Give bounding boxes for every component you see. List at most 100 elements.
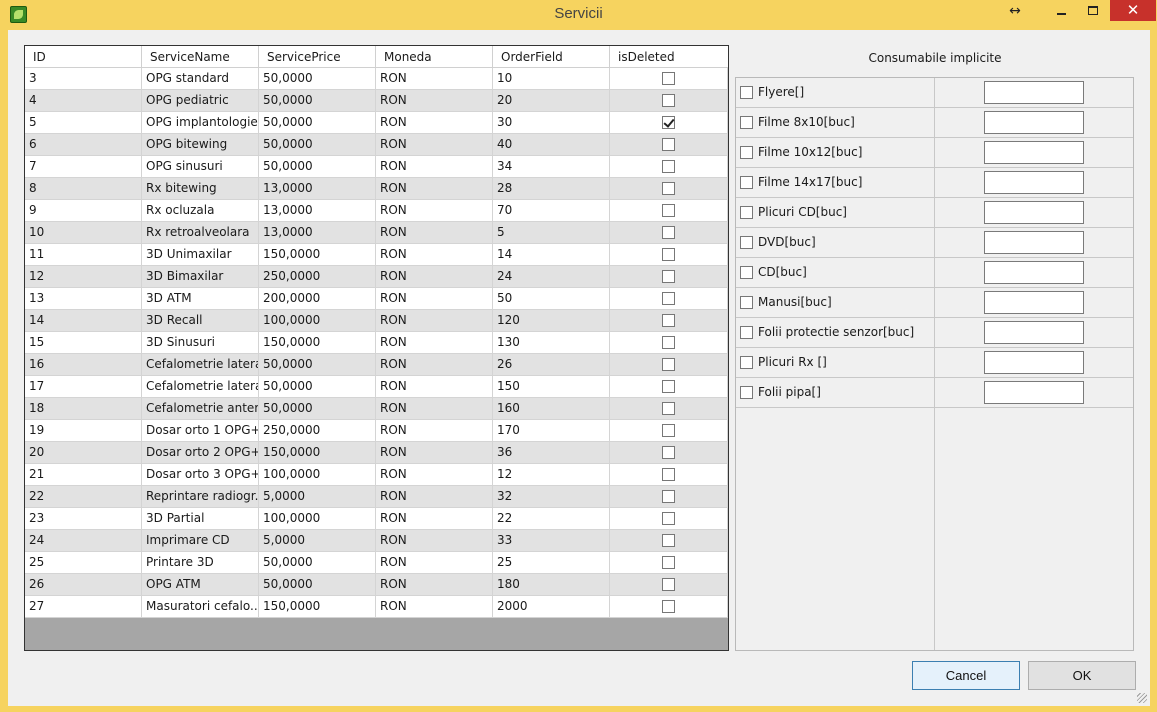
cell-order-field[interactable]: 33 xyxy=(493,530,610,551)
cell-service-name[interactable]: 3D Partial xyxy=(142,508,259,529)
cell-service-price[interactable]: 100,0000 xyxy=(259,464,376,485)
cell-order-field[interactable]: 170 xyxy=(493,420,610,441)
cell-service-price[interactable]: 50,0000 xyxy=(259,376,376,397)
consumable-label[interactable]: Plicuri CD[buc] xyxy=(758,205,847,219)
cell-order-field[interactable]: 120 xyxy=(493,310,610,331)
cell-service-name[interactable]: 3D Bimaxilar xyxy=(142,266,259,287)
table-row[interactable]: 3 OPG standard 50,0000 RON 10 xyxy=(25,68,728,90)
cell-order-field[interactable]: 50 xyxy=(493,288,610,309)
cell-service-price[interactable]: 50,0000 xyxy=(259,90,376,111)
cell-id[interactable]: 3 xyxy=(25,68,142,89)
consumable-quantity-input[interactable] xyxy=(984,321,1084,344)
cell-service-price[interactable]: 50,0000 xyxy=(259,156,376,177)
cell-id[interactable]: 13 xyxy=(25,288,142,309)
cell-service-name[interactable]: 3D ATM xyxy=(142,288,259,309)
cell-service-name[interactable]: Imprimare CD xyxy=(142,530,259,551)
cell-moneda[interactable]: RON xyxy=(376,178,493,199)
cell-moneda[interactable]: RON xyxy=(376,420,493,441)
cell-service-price[interactable]: 250,0000 xyxy=(259,266,376,287)
minimize-button[interactable] xyxy=(1048,0,1074,24)
cell-id[interactable]: 10 xyxy=(25,222,142,243)
cell-moneda[interactable]: RON xyxy=(376,134,493,155)
cell-moneda[interactable]: RON xyxy=(376,552,493,573)
maximize-button[interactable] xyxy=(1080,0,1106,24)
cell-service-name[interactable]: Reprintare radiogr... xyxy=(142,486,259,507)
consumable-checkbox[interactable] xyxy=(740,116,753,129)
cell-order-field[interactable]: 2000 xyxy=(493,596,610,617)
table-row[interactable]: 24 Imprimare CD 5,0000 RON 33 xyxy=(25,530,728,552)
cell-id[interactable]: 6 xyxy=(25,134,142,155)
cell-service-price[interactable]: 100,0000 xyxy=(259,310,376,331)
is-deleted-checkbox[interactable] xyxy=(662,270,675,283)
cell-order-field[interactable]: 130 xyxy=(493,332,610,353)
cell-order-field[interactable]: 10 xyxy=(493,68,610,89)
consumable-checkbox[interactable] xyxy=(740,86,753,99)
consumable-quantity-input[interactable] xyxy=(984,111,1084,134)
cancel-button[interactable]: Cancel xyxy=(912,661,1020,690)
cell-id[interactable]: 22 xyxy=(25,486,142,507)
cell-service-name[interactable]: Printare 3D xyxy=(142,552,259,573)
cell-service-name[interactable]: Masuratori cefalo... xyxy=(142,596,259,617)
is-deleted-checkbox[interactable] xyxy=(662,182,675,195)
is-deleted-checkbox[interactable] xyxy=(662,402,675,415)
column-header-id[interactable]: ID xyxy=(25,46,142,68)
is-deleted-checkbox[interactable] xyxy=(662,578,675,591)
cell-service-name[interactable]: OPG standard xyxy=(142,68,259,89)
cell-order-field[interactable]: 25 xyxy=(493,552,610,573)
consumable-checkbox[interactable] xyxy=(740,206,753,219)
table-row[interactable]: 10 Rx retroalveolara 13,0000 RON 5 xyxy=(25,222,728,244)
table-row[interactable]: 22 Reprintare radiogr... 5,0000 RON 32 xyxy=(25,486,728,508)
table-row[interactable]: 25 Printare 3D 50,0000 RON 25 xyxy=(25,552,728,574)
consumable-checkbox[interactable] xyxy=(740,146,753,159)
cell-service-name[interactable]: Cefalometrie laterala xyxy=(142,354,259,375)
cell-order-field[interactable]: 34 xyxy=(493,156,610,177)
table-row[interactable]: 21Dosar orto 3 OPG+...100,0000RON12 xyxy=(25,464,728,486)
services-grid[interactable]: ID ServiceName ServicePrice Moneda Order… xyxy=(24,45,729,651)
cell-service-name[interactable]: Rx bitewing xyxy=(142,178,259,199)
is-deleted-checkbox[interactable] xyxy=(662,226,675,239)
table-row[interactable]: 17Cefalometrie latera...50,0000RON150 xyxy=(25,376,728,398)
column-header-serviceprice[interactable]: ServicePrice xyxy=(259,46,376,68)
cell-order-field[interactable]: 180 xyxy=(493,574,610,595)
consumable-checkbox[interactable] xyxy=(740,326,753,339)
consumable-label[interactable]: Plicuri Rx [] xyxy=(758,355,827,369)
cell-moneda[interactable]: RON xyxy=(376,68,493,89)
cell-service-name[interactable]: Cefalometrie anter... xyxy=(142,398,259,419)
cell-moneda[interactable]: RON xyxy=(376,244,493,265)
table-row[interactable]: 19Dosar orto 1 OPG+...250,0000RON170 xyxy=(25,420,728,442)
cell-order-field[interactable]: 30 xyxy=(493,112,610,133)
cell-id[interactable]: 16 xyxy=(25,354,142,375)
cell-service-price[interactable]: 50,0000 xyxy=(259,552,376,573)
cell-moneda[interactable]: RON xyxy=(376,310,493,331)
cell-moneda[interactable]: RON xyxy=(376,354,493,375)
is-deleted-checkbox[interactable] xyxy=(662,380,675,393)
consumable-checkbox[interactable] xyxy=(740,386,753,399)
is-deleted-checkbox[interactable] xyxy=(662,512,675,525)
is-deleted-checkbox[interactable] xyxy=(662,424,675,437)
cell-service-price[interactable]: 150,0000 xyxy=(259,442,376,463)
cell-id[interactable]: 23 xyxy=(25,508,142,529)
consumable-label[interactable]: DVD[buc] xyxy=(758,235,816,249)
cell-service-price[interactable]: 150,0000 xyxy=(259,596,376,617)
is-deleted-checkbox[interactable] xyxy=(662,534,675,547)
cell-service-name[interactable]: 3D Sinusuri xyxy=(142,332,259,353)
cell-id[interactable]: 19 xyxy=(25,420,142,441)
cell-moneda[interactable]: RON xyxy=(376,464,493,485)
cell-service-price[interactable]: 250,0000 xyxy=(259,420,376,441)
cell-service-name[interactable]: OPG sinusuri xyxy=(142,156,259,177)
cell-moneda[interactable]: RON xyxy=(376,112,493,133)
cell-order-field[interactable]: 28 xyxy=(493,178,610,199)
consumable-checkbox[interactable] xyxy=(740,296,753,309)
cell-moneda[interactable]: RON xyxy=(376,332,493,353)
consumable-checkbox[interactable] xyxy=(740,176,753,189)
is-deleted-checkbox[interactable] xyxy=(662,292,675,305)
cell-service-name[interactable]: Dosar orto 1 OPG+... xyxy=(142,420,259,441)
is-deleted-checkbox[interactable] xyxy=(662,204,675,217)
table-row[interactable]: 13 3D ATM 200,0000 RON 50 xyxy=(25,288,728,310)
table-row[interactable]: 26 OPG ATM 50,0000 RON 180 xyxy=(25,574,728,596)
consumable-checkbox[interactable] xyxy=(740,236,753,249)
is-deleted-checkbox[interactable] xyxy=(662,138,675,151)
cell-service-name[interactable]: OPG implantologie xyxy=(142,112,259,133)
consumable-label[interactable]: Folii pipa[] xyxy=(758,385,821,399)
table-row[interactable]: 12 3D Bimaxilar 250,0000 RON 24 xyxy=(25,266,728,288)
